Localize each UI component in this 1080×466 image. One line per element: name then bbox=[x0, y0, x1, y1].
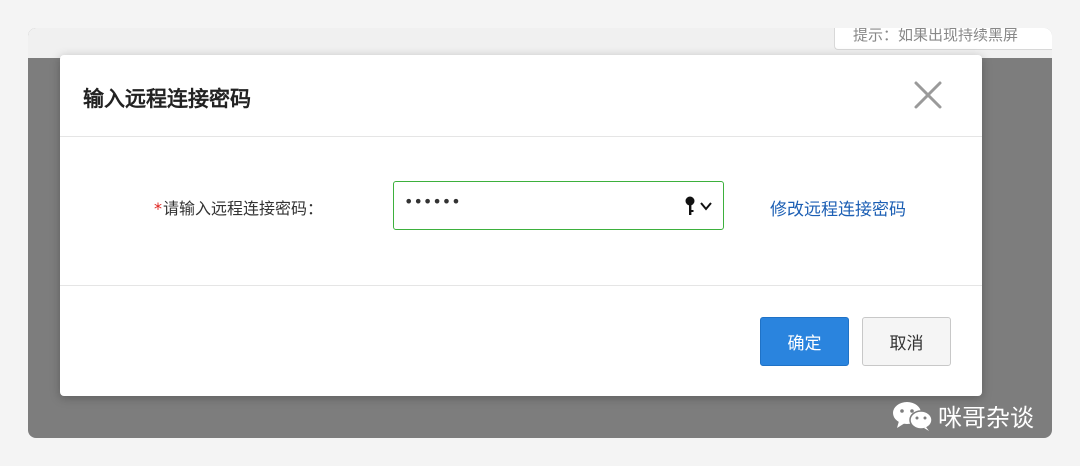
password-value: •••••• bbox=[404, 192, 461, 211]
chevron-down-icon[interactable] bbox=[699, 200, 713, 212]
confirm-button[interactable]: 确定 bbox=[760, 317, 849, 366]
dialog-title: 输入远程连接密码 bbox=[83, 87, 251, 111]
dialog-body: *请输入远程连接密码： •••••• 修改远程连接密码 bbox=[60, 137, 982, 286]
close-button[interactable] bbox=[912, 79, 944, 111]
wechat-icon bbox=[893, 401, 933, 431]
password-label-text: 请输入远程连接密码： bbox=[163, 199, 324, 218]
password-dialog: 输入远程连接密码 *请输入远程连接密码： •••••• 修改远程连接密码 确定 … bbox=[60, 55, 982, 396]
hint-banner: 提示：如果出现持续黑屏 bbox=[834, 28, 1052, 50]
hint-text: 提示：如果出现持续黑屏 bbox=[853, 28, 1019, 44]
cancel-button[interactable]: 取消 bbox=[862, 317, 951, 366]
password-field-label: *请输入远程连接密码： bbox=[154, 195, 323, 219]
password-input[interactable]: •••••• bbox=[393, 181, 724, 230]
dialog-header: 输入远程连接密码 bbox=[60, 55, 982, 137]
close-icon bbox=[914, 81, 942, 109]
key-icon[interactable] bbox=[684, 196, 698, 218]
required-mark: * bbox=[154, 199, 162, 218]
watermark-text: 咪哥杂谈 bbox=[938, 404, 1034, 432]
change-password-link[interactable]: 修改远程连接密码 bbox=[770, 195, 906, 220]
watermark: 咪哥杂谈 bbox=[890, 398, 1034, 433]
